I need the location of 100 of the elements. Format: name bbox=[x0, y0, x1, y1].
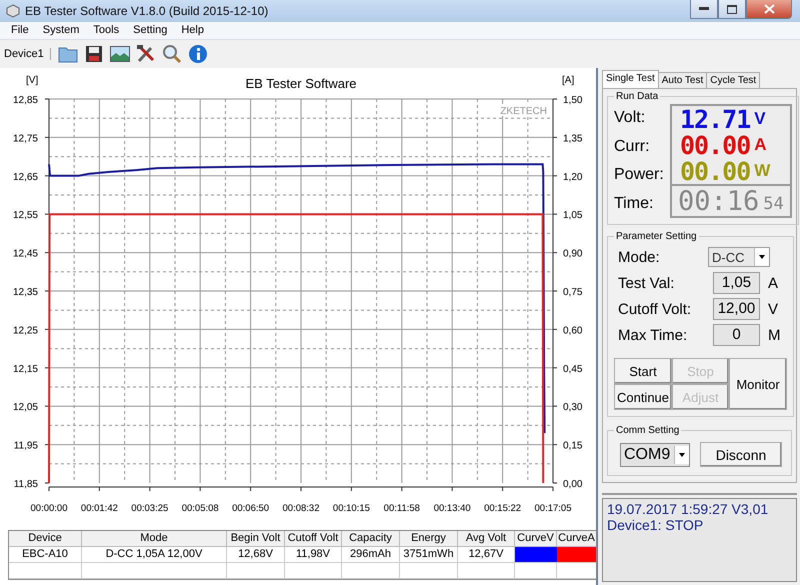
tick-label: 00:15:22 bbox=[484, 503, 522, 514]
caret-icon bbox=[679, 452, 685, 456]
reading-value: 00.00 bbox=[680, 156, 750, 186]
tab[interactable]: Cycle Test bbox=[706, 72, 760, 88]
table-cell: 11,98V bbox=[285, 547, 342, 563]
input-field[interactable]: 12,00 bbox=[713, 298, 760, 320]
image-icon[interactable] bbox=[110, 46, 130, 62]
tools-icon[interactable] bbox=[136, 44, 156, 64]
axis-title: [A] bbox=[562, 75, 574, 86]
close-icon bbox=[764, 4, 774, 14]
tick-label: 12,05 bbox=[12, 402, 38, 414]
unit-label: M bbox=[768, 326, 780, 344]
empty-cell bbox=[342, 563, 400, 579]
reading-value: 00.00 bbox=[680, 130, 750, 160]
input-field[interactable]: 1,05 bbox=[713, 272, 760, 294]
tick-label: 1,50 bbox=[563, 95, 582, 106]
tick-label: 0,60 bbox=[563, 325, 582, 336]
tick-label: 12,55 bbox=[12, 210, 38, 222]
tick-label: 00:05:08 bbox=[182, 503, 219, 514]
field-label: Cutoff Volt: bbox=[618, 300, 692, 318]
maximize-icon bbox=[727, 4, 737, 14]
unit-label: A bbox=[768, 274, 778, 292]
tick-label: 12,35 bbox=[12, 287, 38, 298]
seconds-value: 54 bbox=[763, 194, 784, 214]
app-icon bbox=[6, 4, 20, 18]
chart-title: EB Tester Software bbox=[245, 76, 357, 91]
column-header: Mode bbox=[82, 531, 227, 547]
tick-label: 00:08:32 bbox=[282, 503, 320, 514]
column-header: CurveV bbox=[515, 531, 557, 547]
empty-cell bbox=[227, 563, 285, 579]
menu-item[interactable]: File bbox=[4, 22, 36, 39]
group-title: Run Data bbox=[615, 91, 660, 102]
empty-cell bbox=[515, 563, 557, 579]
tick-label: 00:00:00 bbox=[30, 503, 68, 514]
table-cell: 296mAh bbox=[342, 547, 400, 563]
menu-item[interactable]: System bbox=[36, 22, 86, 39]
unit-label: A bbox=[754, 135, 767, 155]
tick-label: 12,75 bbox=[12, 133, 38, 144]
table-cell: EBC-A10 bbox=[9, 547, 82, 563]
table-cell: 3751mWh bbox=[400, 547, 458, 563]
action-button[interactable]: Start bbox=[614, 358, 672, 384]
empty-cell bbox=[458, 563, 515, 579]
tick-label: 0,90 bbox=[563, 248, 582, 260]
column-header: CurveA bbox=[557, 531, 596, 547]
tick-label: 12,25 bbox=[12, 325, 38, 336]
unit-label: W bbox=[754, 161, 770, 181]
tick-label: 12,65 bbox=[12, 172, 38, 183]
column-header: Cutoff Volt bbox=[285, 531, 342, 547]
time-value: 00:16 bbox=[678, 186, 760, 216]
window-title: EB Tester Software V1.8.0 (Build 2015-12-10) bbox=[25, 4, 268, 18]
caret-icon bbox=[759, 255, 765, 259]
tick-label: 00:01:42 bbox=[80, 503, 118, 514]
mode-dropdown[interactable]: D-CC bbox=[708, 247, 770, 267]
tick-label: 12,85 bbox=[12, 95, 38, 106]
tick-label: 0,30 bbox=[563, 402, 582, 414]
tick-label: 00:17:05 bbox=[534, 503, 572, 514]
disconnect-button[interactable]: Disconn bbox=[700, 442, 782, 467]
tick-label: 00:10:15 bbox=[332, 503, 370, 514]
maximize-button[interactable] bbox=[718, 0, 746, 19]
field-label: Test Val: bbox=[618, 274, 676, 292]
monitor-button[interactable]: Monitor bbox=[729, 358, 787, 410]
table-cell: 12,68V bbox=[227, 547, 285, 563]
reading-value: 12.71 bbox=[680, 104, 750, 134]
field-label: Mode: bbox=[618, 248, 661, 266]
action-button[interactable]: Continue bbox=[614, 384, 672, 410]
input-field[interactable]: 0 bbox=[713, 324, 760, 346]
reading-label: Power: bbox=[614, 166, 665, 184]
reading-label: Volt: bbox=[614, 109, 646, 128]
tick-label: 11,85 bbox=[14, 479, 38, 490]
column-header: Capacity bbox=[342, 531, 400, 547]
tick-label: 1,20 bbox=[563, 172, 582, 183]
minimize-button[interactable] bbox=[690, 0, 718, 19]
menu-item[interactable]: Tools bbox=[86, 22, 126, 39]
group-title: Parameter Setting bbox=[615, 231, 698, 242]
save-icon[interactable] bbox=[84, 45, 103, 63]
unit-label: V bbox=[754, 109, 766, 129]
tick-label: 00:06:50 bbox=[232, 503, 270, 514]
field-label: Max Time: bbox=[618, 326, 688, 344]
column-header: Energy bbox=[400, 531, 458, 547]
tick-label: 12,15 bbox=[12, 364, 38, 375]
device-label: Device1 bbox=[4, 48, 51, 60]
close-button[interactable] bbox=[746, 0, 792, 19]
status-line: 19.07.2017 1:59:27 V3,01 bbox=[607, 501, 770, 517]
column-header: Device bbox=[9, 531, 82, 547]
column-header: Avg Volt bbox=[458, 531, 515, 547]
folder-icon[interactable] bbox=[58, 45, 78, 63]
tick-label: 11,95 bbox=[14, 440, 38, 452]
menu-item[interactable]: Setting bbox=[126, 22, 174, 39]
tick-label: 00:03:25 bbox=[131, 503, 168, 514]
menu-item[interactable]: Help bbox=[174, 22, 211, 39]
axis-title: [V] bbox=[26, 75, 38, 86]
empty-cell bbox=[400, 563, 458, 579]
tick-label: 1,35 bbox=[563, 133, 582, 144]
minimize-icon bbox=[699, 7, 709, 11]
status-line: Device1: STOP bbox=[607, 517, 704, 533]
port-dropdown[interactable]: COM9 bbox=[620, 442, 690, 466]
tab[interactable]: Single Test bbox=[602, 70, 659, 88]
search-icon[interactable] bbox=[162, 44, 182, 64]
tab[interactable]: Auto Test bbox=[658, 72, 708, 88]
info-icon[interactable] bbox=[188, 44, 208, 64]
